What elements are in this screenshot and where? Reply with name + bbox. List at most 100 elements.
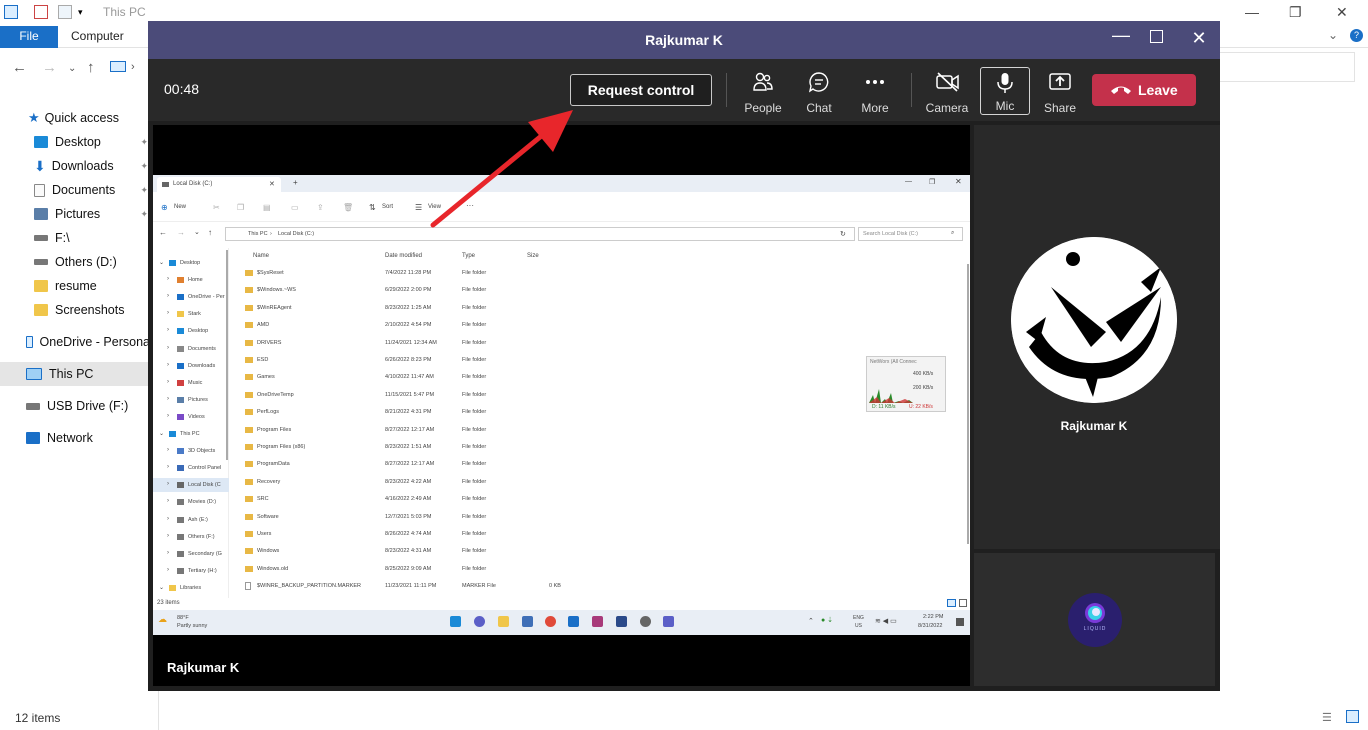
ss-file-row[interactable]: Program Files 8/27/2022 12:17 AM File fold… <box>241 422 961 439</box>
ss-file-row[interactable]: ProgramData 8/27/2022 12:17 AM File folder <box>241 456 961 473</box>
ss-sort-button[interactable]: Sort <box>382 204 393 210</box>
sidebar-item-onedrive[interactable]: OneDrive - Persona <box>0 330 150 354</box>
ss-nav-item[interactable]: › Control Panel <box>153 461 229 475</box>
new-folder-icon[interactable] <box>58 5 72 19</box>
store-app-icon[interactable] <box>522 616 533 627</box>
search-icon[interactable]: ⌕ <box>951 230 954 237</box>
ss-nav-item[interactable]: › Ash (E:) <box>153 513 229 527</box>
close-icon[interactable]: ✕ <box>1336 4 1348 21</box>
chevron-icon[interactable]: › <box>167 396 169 402</box>
ss-file-row[interactable]: ESD 6/26/2022 8:23 PM File folder <box>241 352 961 369</box>
ss-search-field[interactable]: Search Local Disk (C:) ⌕ <box>858 227 963 241</box>
share-button[interactable]: Share <box>1035 69 1085 115</box>
ss-file-row[interactable]: DRIVERS 11/24/2021 12:34 AM File folder <box>241 335 961 352</box>
ss-file-row[interactable]: Program Files (x86) 8/23/2022 1:51 AM File… <box>241 439 961 456</box>
close-icon[interactable]: ✕ <box>955 177 962 186</box>
ss-file-row[interactable]: Windows.old 8/25/2022 9:09 AM File folder <box>241 561 961 578</box>
chevron-icon[interactable]: › <box>167 362 169 368</box>
tab-computer[interactable]: Computer <box>71 29 124 43</box>
search-box[interactable] <box>1219 52 1355 82</box>
teams-app-icon[interactable] <box>663 616 674 627</box>
ss-nav-item[interactable]: › Others (F:) <box>153 530 229 544</box>
new-tab-icon[interactable]: + <box>293 178 298 187</box>
customize-qat-icon[interactable]: ▾ <box>78 7 92 21</box>
ss-nav-item[interactable]: › Home <box>153 273 229 287</box>
chevron-icon[interactable]: › <box>167 498 169 504</box>
new-icon[interactable]: ⊕ <box>161 203 168 212</box>
restore-icon[interactable]: ❐ <box>929 178 935 186</box>
winrar-app-icon[interactable] <box>592 616 603 627</box>
camera-button[interactable]: Camera <box>922 69 972 115</box>
paste-icon[interactable]: ▤ <box>263 203 271 212</box>
ss-nav-item[interactable]: › Local Disk (C <box>153 478 229 493</box>
forward-icon[interactable]: → <box>42 59 57 76</box>
more-button[interactable]: More <box>850 69 900 115</box>
chevron-icon[interactable]: ⌄ <box>159 430 164 437</box>
chevron-icon[interactable]: ⌄ <box>159 259 164 266</box>
start-icon[interactable] <box>450 616 461 627</box>
sidebar-item-usb-drive[interactable]: USB Drive (F:) <box>0 394 150 418</box>
copy-icon[interactable]: ❐ <box>237 203 244 212</box>
column-header-type[interactable]: Type <box>462 253 475 259</box>
details-view-icon[interactable]: ☰ <box>1322 711 1332 724</box>
ss-path-field[interactable]: This PC › Local Disk (C:) ↻ <box>225 227 855 241</box>
chevron-icon[interactable]: › <box>167 464 169 470</box>
minimize-icon[interactable]: — <box>905 178 912 185</box>
ss-nav-item[interactable]: › 3D Objects <box>153 444 229 458</box>
ss-nav-item[interactable]: ⌄ Libraries <box>153 581 229 595</box>
ss-nav-item[interactable]: › Downloads <box>153 359 229 373</box>
ss-path-this-pc[interactable]: This PC <box>248 231 268 237</box>
up-icon[interactable]: ↑ <box>87 59 95 76</box>
sidebar-item-resume[interactable]: resume <box>0 274 150 298</box>
help-icon[interactable]: ? <box>1350 29 1363 42</box>
chevron-icon[interactable]: › <box>167 293 169 299</box>
ss-region[interactable]: US <box>855 623 862 629</box>
networx-widget[interactable]: NetWorx (All Connec 400 KB/s 200 KB/s D:… <box>866 356 946 412</box>
minimize-icon[interactable]: — <box>1245 4 1259 20</box>
properties-icon[interactable] <box>34 5 48 19</box>
ss-nav-item[interactable]: › Documents <box>153 342 229 356</box>
ss-nav-item[interactable]: › Desktop <box>153 324 229 338</box>
chat-app-icon[interactable] <box>474 616 485 627</box>
request-control-button[interactable]: Request control <box>570 74 712 106</box>
chevron-icon[interactable]: › <box>167 533 169 539</box>
sidebar-item-f-drive[interactable]: F:\ <box>0 226 150 250</box>
ss-nav-item[interactable]: › Secondary (G <box>153 547 229 561</box>
restore-icon[interactable]: ❐ <box>1289 4 1302 21</box>
chevron-icon[interactable]: › <box>167 345 169 351</box>
ss-nav-item[interactable]: › Stark <box>153 307 229 321</box>
chat-button[interactable]: Chat <box>794 69 844 115</box>
recent-locations-icon[interactable]: ⌄ <box>68 63 76 74</box>
large-icons-view-icon[interactable] <box>1346 710 1359 723</box>
chevron-icon[interactable]: › <box>167 447 169 453</box>
minimize-icon[interactable]: — <box>1110 25 1132 46</box>
sidebar-item-screenshots[interactable]: Screenshots <box>0 298 150 322</box>
ss-file-row[interactable]: OneDriveTemp 11/15/2021 5:47 PM File folde… <box>241 387 961 404</box>
chevron-icon[interactable]: › <box>167 379 169 385</box>
details-view-icon[interactable] <box>947 599 956 607</box>
ss-nav-scrollbar[interactable] <box>226 250 228 460</box>
chevron-icon[interactable]: › <box>167 276 169 282</box>
sidebar-item-others-d[interactable]: Others (D:) <box>0 250 150 274</box>
close-icon[interactable]: ✕ <box>269 180 275 188</box>
sidebar-item-documents[interactable]: Documents ✦ <box>0 178 150 202</box>
chevron-icon[interactable]: › <box>167 516 169 522</box>
ss-file-row[interactable]: Users 8/26/2022 4:74 AM File folder <box>241 526 961 543</box>
chevron-icon[interactable]: › <box>167 550 169 556</box>
notes-app-icon[interactable] <box>568 616 579 627</box>
refresh-icon[interactable]: ↻ <box>840 230 846 238</box>
ss-file-row[interactable]: $WINRE_BACKUP_PARTITION.MARKER 11/23/2021… <box>241 578 961 595</box>
ss-view-button[interactable]: View <box>428 204 441 210</box>
ss-file-row[interactable]: AMD 2/10/2022 4:54 PM File folder <box>241 317 961 334</box>
chevron-icon[interactable]: › <box>167 327 169 333</box>
file-explorer-app-icon[interactable] <box>498 616 509 627</box>
tab-file[interactable]: File <box>0 26 58 48</box>
chevron-icon[interactable]: › <box>167 310 169 316</box>
powershell-app-icon[interactable] <box>616 616 627 627</box>
ss-file-row[interactable]: $WinREAgent 8/23/2022 1:25 AM File folder <box>241 300 961 317</box>
ss-nav-item[interactable]: ⌄ Desktop <box>153 256 229 270</box>
sort-icon[interactable]: ⇅ <box>369 203 376 212</box>
ss-file-row[interactable]: Recovery 8/23/2022 4:22 AM File folder <box>241 474 961 491</box>
column-header-name[interactable]: Name <box>253 253 269 259</box>
mic-button[interactable]: Mic <box>980 67 1030 115</box>
